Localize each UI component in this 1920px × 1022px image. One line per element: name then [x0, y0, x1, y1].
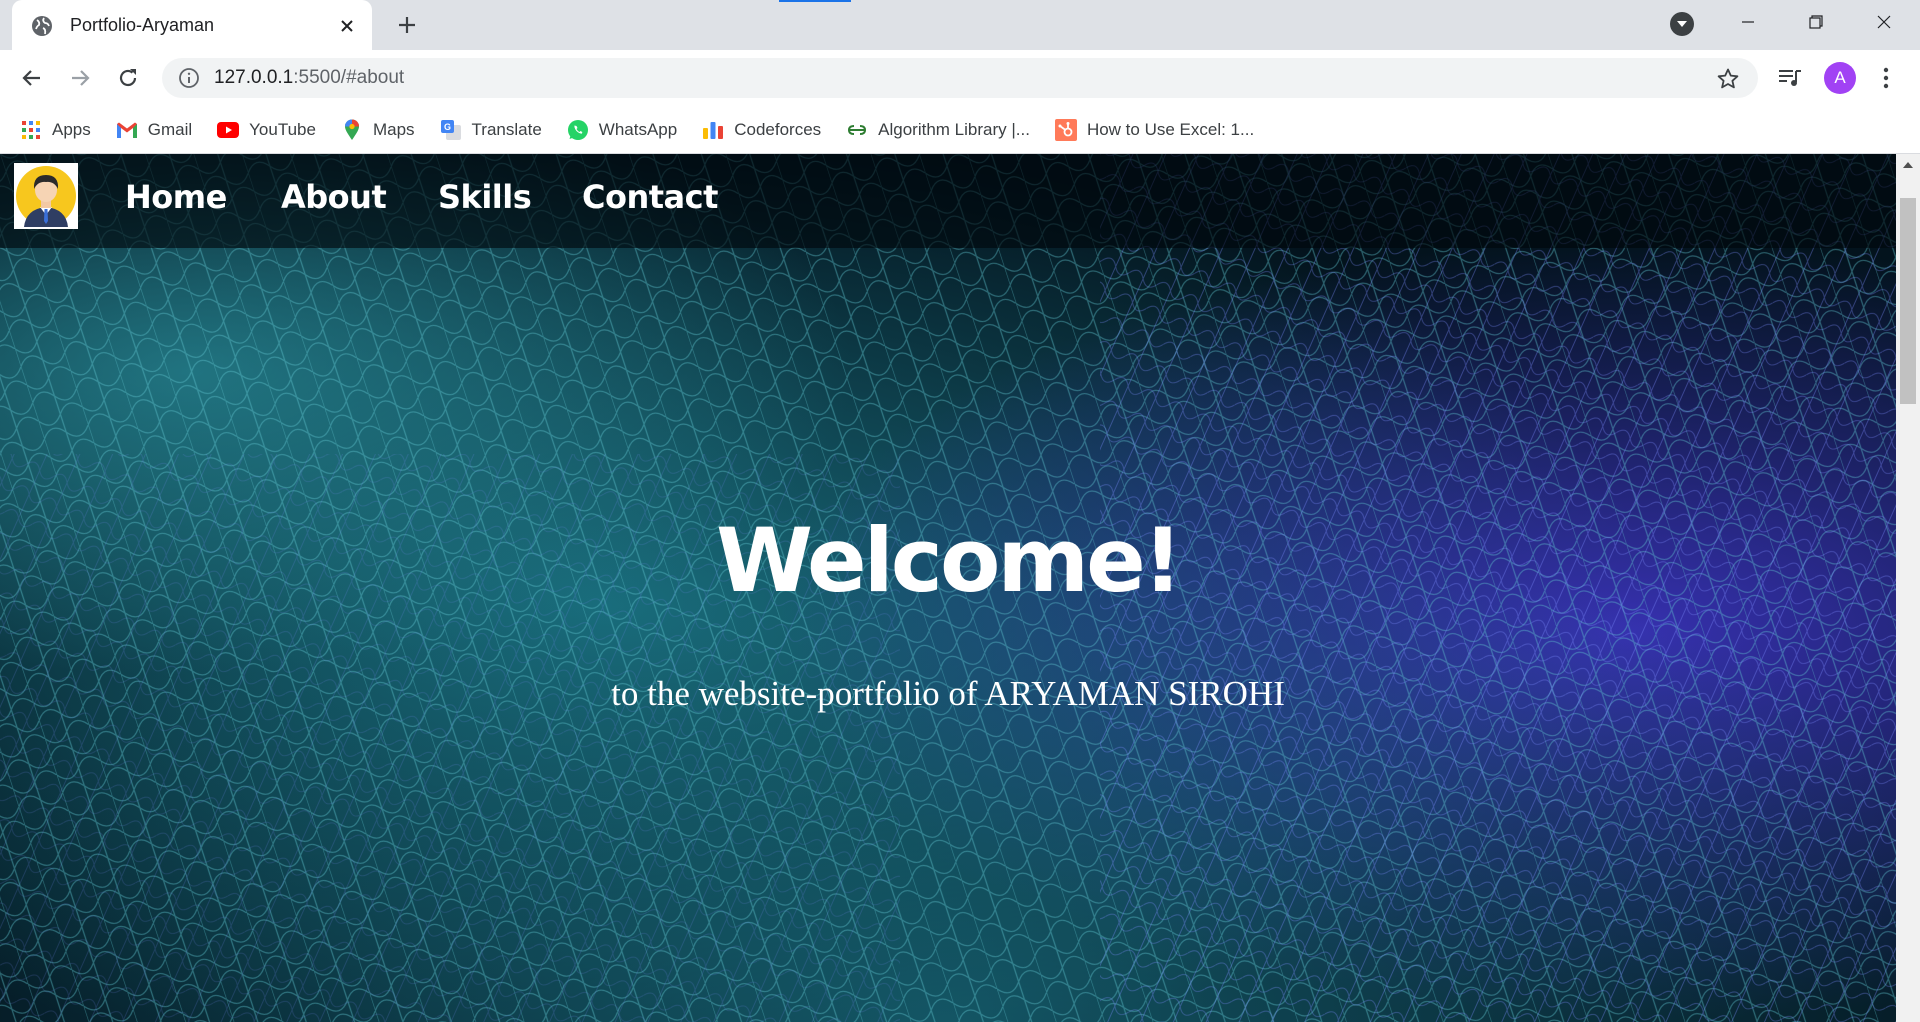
- youtube-icon: [217, 119, 240, 141]
- hubspot-icon: [1054, 118, 1077, 141]
- tab-search-icon[interactable]: [1670, 12, 1694, 36]
- site-navbar: Home About Skills Contact: [0, 154, 1896, 248]
- browser-toolbar: 127.0.0.1:5500/#about A: [0, 50, 1920, 106]
- close-window-icon[interactable]: [1856, 0, 1912, 44]
- url-host: 127.0.0.1: [214, 67, 294, 88]
- person-avatar-icon: [16, 166, 76, 227]
- page-scrollbar[interactable]: [1896, 154, 1920, 1022]
- forward-arrow-icon[interactable]: [64, 62, 96, 94]
- loading-indicator: [779, 0, 851, 2]
- whatsapp-icon: [567, 119, 589, 141]
- bookmark-label: Gmail: [147, 119, 193, 139]
- avatar-logo[interactable]: [14, 163, 78, 229]
- svg-text:G: G: [444, 122, 451, 132]
- bookmark-codeforces[interactable]: Codeforces: [702, 114, 821, 146]
- close-tab-icon[interactable]: [336, 15, 358, 37]
- bookmark-excel-guide[interactable]: How to Use Excel: 1...: [1054, 114, 1255, 146]
- nav-home-link[interactable]: Home: [125, 178, 227, 216]
- media-control-icon[interactable]: [1776, 64, 1804, 92]
- bookmark-apps[interactable]: Apps: [20, 114, 91, 146]
- scroll-up-arrow-icon[interactable]: [1896, 154, 1920, 176]
- maps-pin-icon: [341, 119, 363, 141]
- bookmark-label: Translate: [471, 119, 542, 139]
- nav-skills-link[interactable]: Skills: [438, 178, 532, 216]
- bookmark-label: Apps: [52, 119, 91, 139]
- algorithm-library-icon: [846, 119, 868, 141]
- back-arrow-icon[interactable]: [16, 62, 48, 94]
- minimize-icon[interactable]: [1720, 0, 1776, 44]
- browser-tab[interactable]: Portfolio-Aryaman: [12, 0, 372, 51]
- bookmark-algorithm-library[interactable]: Algorithm Library |...: [846, 114, 1030, 146]
- tab-title: Portfolio-Aryaman: [70, 15, 215, 35]
- nav-about-link[interactable]: About: [281, 178, 387, 216]
- bookmark-label: WhatsApp: [598, 119, 678, 139]
- bookmark-star-icon[interactable]: [1716, 67, 1740, 91]
- codeforces-icon: [702, 119, 724, 141]
- page-viewport: Home About Skills Contact Welcome! to th…: [0, 154, 1896, 1022]
- profile-avatar[interactable]: A: [1824, 62, 1856, 94]
- bookmark-whatsapp[interactable]: WhatsApp: [567, 114, 677, 146]
- apps-grid-icon: [20, 119, 42, 141]
- kebab-menu-icon[interactable]: [1872, 64, 1900, 92]
- bookmark-youtube[interactable]: YouTube: [217, 114, 316, 146]
- scroll-thumb[interactable]: [1900, 198, 1916, 404]
- bookmark-label: Codeforces: [734, 119, 822, 139]
- bookmark-maps[interactable]: Maps: [341, 114, 415, 146]
- bookmark-label: Algorithm Library |...: [878, 119, 1030, 139]
- bookmark-label: How to Use Excel: 1...: [1086, 119, 1255, 139]
- nav-contact-link[interactable]: Contact: [582, 178, 718, 216]
- bookmark-gmail[interactable]: Gmail: [116, 114, 192, 146]
- hero-title: Welcome!: [716, 509, 1183, 612]
- address-bar[interactable]: 127.0.0.1:5500/#about: [162, 58, 1758, 98]
- tab-strip: Portfolio-Aryaman: [0, 0, 1920, 51]
- bookmark-label: YouTube: [249, 119, 316, 139]
- translate-icon: G: [440, 119, 462, 141]
- site-info-icon[interactable]: [178, 67, 200, 89]
- bookmarks-bar: Apps Gmail YouTube Maps G Translate What…: [0, 106, 1920, 154]
- gmail-icon: [116, 119, 138, 141]
- bookmark-label: Maps: [372, 119, 415, 139]
- hero-subtitle: to the website-portfolio of ARYAMAN SIRO…: [611, 674, 1285, 713]
- url-path: :5500/#about: [293, 67, 405, 88]
- url-text: 127.0.0.1:5500/#about: [214, 67, 404, 89]
- bookmark-translate[interactable]: G Translate: [440, 114, 542, 146]
- restore-icon[interactable]: [1788, 0, 1844, 44]
- new-tab-icon[interactable]: [392, 10, 422, 40]
- reload-icon[interactable]: [112, 62, 144, 94]
- globe-icon: [32, 15, 52, 36]
